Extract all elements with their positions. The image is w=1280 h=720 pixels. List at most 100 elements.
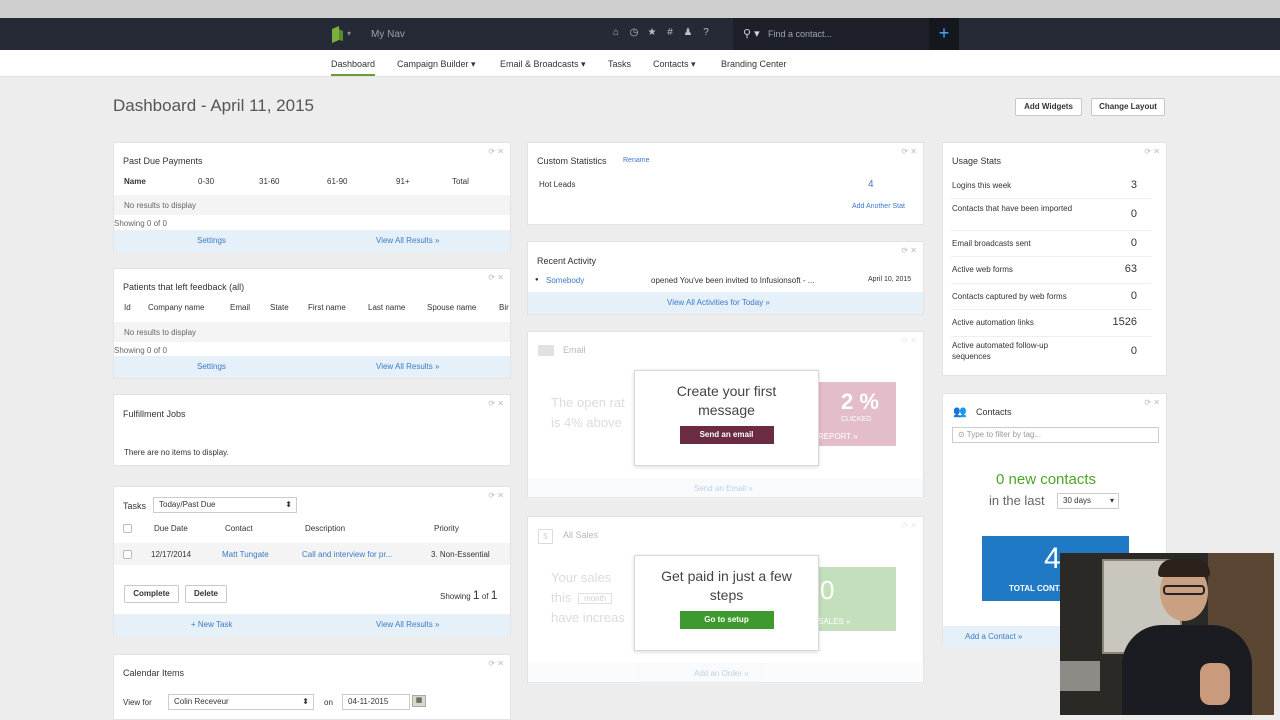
clock-icon[interactable]: ◷ — [628, 27, 640, 38]
widget-controls-icon[interactable]: ⟳ ✕ — [488, 147, 504, 156]
rename-link[interactable]: Rename — [623, 157, 649, 164]
activity-description: opened You've been invited to Infusionso… — [651, 276, 815, 285]
view-all-results-link[interactable]: View All Results » — [376, 362, 439, 371]
column-header[interactable]: Last name — [368, 303, 405, 312]
column-header[interactable]: Email — [230, 303, 250, 312]
add-another-stat-link[interactable]: Add Another Stat — [852, 203, 905, 210]
stat-value: 0 — [1130, 290, 1137, 302]
showing-of: of — [481, 592, 489, 601]
infusionsoft-logo-icon[interactable] — [330, 26, 344, 43]
window-top-strip — [0, 0, 1280, 18]
stat-value[interactable]: 4 — [868, 179, 874, 190]
complete-button[interactable]: Complete — [124, 585, 179, 603]
tab-campaign-builder[interactable]: Campaign Builder ▾ — [397, 59, 476, 70]
column-header[interactable]: 0-30 — [198, 177, 214, 186]
send-an-email-button[interactable]: Send an email — [679, 426, 774, 444]
add-a-contact-link[interactable]: Add a Contact » — [965, 632, 1022, 641]
stat-row: Active automation links 1526 — [951, 310, 1151, 337]
stat-value: 0 — [1130, 237, 1137, 249]
showing-count: Showing 0 of 0 — [114, 346, 167, 355]
column-header[interactable]: Bir — [499, 303, 509, 312]
recent-activity-widget: ⟳ ✕ Recent Activity ● Somebody opened Yo… — [527, 241, 924, 315]
search-input[interactable]: Find a contact... — [768, 29, 832, 39]
column-header[interactable]: 91+ — [396, 177, 410, 186]
star-icon[interactable]: ★ — [646, 27, 658, 38]
calendar-date-input[interactable]: 04-11-2015 — [342, 694, 410, 710]
settings-link[interactable]: Settings — [197, 362, 226, 371]
column-header[interactable]: Contact — [225, 524, 253, 533]
usage-stats-widget: ⟳ ✕ Usage Stats Logins this week 3 Conta… — [942, 142, 1167, 376]
tab-branding-center[interactable]: Branding Center — [721, 59, 787, 69]
task-filter-select[interactable]: Today/Past Due ⬍ — [153, 497, 297, 513]
user-icon[interactable]: ♟ — [682, 27, 694, 38]
widget-controls-icon[interactable]: ⟳ ✕ — [488, 491, 504, 500]
search-icon[interactable]: ⚲ ▾ — [743, 27, 760, 40]
add-an-order-link[interactable]: Add an Order » — [694, 669, 749, 678]
hashtag-icon[interactable]: # — [664, 27, 676, 38]
column-header[interactable]: Due Date — [154, 524, 188, 533]
view-all-results-link[interactable]: View All Results » — [376, 620, 439, 629]
empty-message: There are no items to display. — [124, 448, 229, 457]
calendar-user-select[interactable]: Colin Receveur ⬍ — [168, 694, 314, 710]
calendar-icon[interactable]: ▦ — [412, 695, 426, 707]
view-all-activities-link[interactable]: View All Activities for Today » — [667, 298, 770, 307]
widget-controls-icon[interactable]: ⟳ ✕ — [901, 147, 917, 156]
widget-title: Fulfillment Jobs — [123, 409, 186, 419]
activity-contact-link[interactable]: Somebody — [546, 276, 584, 285]
widget-title: Usage Stats — [952, 156, 1002, 166]
column-header[interactable]: Id — [124, 303, 131, 312]
settings-link[interactable]: Settings — [197, 236, 226, 245]
column-header[interactable]: Description — [305, 524, 345, 533]
column-header[interactable]: Company name — [148, 303, 204, 312]
go-to-setup-button[interactable]: Go to setup — [679, 611, 774, 629]
change-layout-button[interactable]: Change Layout — [1091, 98, 1165, 116]
report-link[interactable]: REPORT » — [818, 432, 858, 441]
task-description-link[interactable]: Call and interview for pr... — [302, 550, 392, 559]
widget-controls-icon[interactable]: ⟳ ✕ — [1144, 398, 1160, 407]
send-an-email-link[interactable]: Send an Email » — [694, 484, 753, 493]
delete-button[interactable]: Delete — [185, 585, 227, 603]
column-header[interactable]: 61-90 — [327, 177, 347, 186]
stat-label: Logins this week — [952, 181, 1012, 190]
tab-tasks[interactable]: Tasks — [608, 59, 631, 69]
period-value: 30 days — [1063, 496, 1092, 505]
quick-add-button[interactable]: + — [929, 18, 959, 50]
add-widgets-button[interactable]: Add Widgets — [1015, 98, 1082, 116]
widget-controls-icon[interactable]: ⟳ ✕ — [488, 273, 504, 282]
period-select[interactable]: 30 days ▾ — [1057, 493, 1119, 509]
fulfillment-jobs-widget: ⟳ ✕ Fulfillment Jobs There are no items … — [113, 394, 511, 466]
payment-setup-overlay: Get paid in just a few steps Go to setup — [634, 555, 819, 651]
column-header[interactable]: Spouse name — [427, 303, 476, 312]
column-header[interactable]: Priority — [434, 524, 459, 533]
task-contact-link[interactable]: Matt Tungate — [222, 550, 269, 559]
widget-controls-icon[interactable]: ⟳ ✕ — [1144, 147, 1160, 156]
tab-contacts[interactable]: Contacts ▾ — [653, 59, 696, 70]
tab-email-broadcasts[interactable]: Email & Broadcasts ▾ — [500, 59, 586, 70]
tag-filter-input[interactable]: ⊙ Type to filter by tag... — [952, 427, 1159, 443]
column-header[interactable]: State — [270, 303, 289, 312]
logo-dropdown-icon[interactable]: ▾ — [347, 29, 351, 38]
row-checkbox[interactable] — [123, 550, 132, 559]
tab-dashboard[interactable]: Dashboard — [331, 59, 376, 76]
my-nav-link[interactable]: My Nav — [371, 29, 405, 40]
widget-controls-icon[interactable]: ⟳ ✕ — [488, 399, 504, 408]
widget-controls-icon[interactable]: ⟳ ✕ — [901, 246, 917, 255]
view-all-results-link[interactable]: View All Results » — [376, 236, 439, 245]
overlay-title: Get paid in just a few steps — [661, 568, 792, 603]
sales-link[interactable]: SALES » — [818, 617, 850, 626]
widget-controls-icon[interactable]: ⟳ ✕ — [901, 521, 917, 530]
clicked-label: CLICKED — [841, 416, 872, 423]
contact-search[interactable]: ⚲ ▾ Find a contact... — [733, 18, 929, 50]
help-icon[interactable]: ? — [700, 27, 712, 38]
widget-controls-icon[interactable]: ⟳ ✕ — [488, 659, 504, 668]
column-header[interactable]: Name — [124, 177, 146, 186]
new-task-link[interactable]: + New Task — [191, 620, 232, 629]
widget-controls-icon[interactable]: ⟳ ✕ — [901, 336, 917, 345]
column-header[interactable]: First name — [308, 303, 346, 312]
column-header[interactable]: Total — [452, 177, 469, 186]
column-header[interactable]: 31-60 — [259, 177, 279, 186]
email-icon — [538, 345, 554, 356]
sales-period-select[interactable]: month — [578, 593, 613, 604]
select-all-checkbox[interactable] — [123, 524, 132, 533]
home-icon[interactable]: ⌂ — [610, 27, 622, 38]
